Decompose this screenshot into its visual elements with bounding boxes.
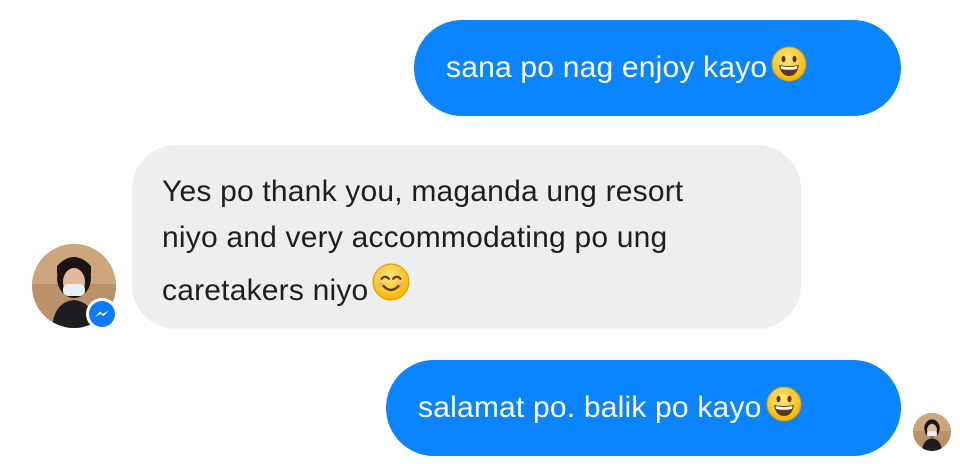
grinning-face-icon	[766, 386, 802, 430]
message-line-2: niyo and very accommodating po ung	[162, 221, 668, 254]
outgoing-message[interactable]: sana po nag enjoy kayo	[414, 20, 901, 116]
outgoing-message[interactable]: salamat po. balik po kayo	[386, 360, 901, 456]
message-text: sana po nag enjoy kayo	[446, 51, 768, 84]
grinning-face-icon	[771, 46, 807, 90]
read-receipt-avatar	[913, 413, 951, 451]
smiling-face-icon	[372, 262, 410, 322]
message-line-3-text: caretakers niyo	[162, 274, 369, 307]
message-text: salamat po. balik po kayo	[418, 391, 762, 424]
message-line-3: caretakers niyo	[162, 261, 773, 322]
messenger-icon	[89, 301, 115, 327]
chat-thread: sana po nag enjoy kayo Yes po thank you,…	[0, 0, 960, 464]
messenger-badge	[86, 298, 118, 330]
message-line-1: Yes po thank you, maganda ung resort	[162, 175, 684, 208]
incoming-message[interactable]: Yes po thank you, maganda ung resort niy…	[132, 145, 801, 329]
